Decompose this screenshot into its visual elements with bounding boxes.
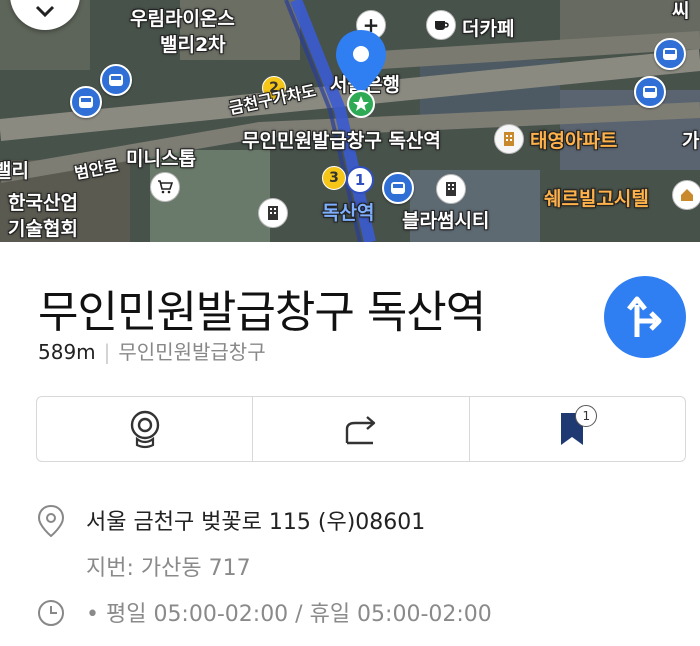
roadview-camera-icon (130, 410, 159, 449)
building-icon (446, 182, 456, 196)
location-marker-icon (37, 504, 65, 538)
place-title: 무인민원발급창구 독산역 (38, 287, 486, 338)
map-label-taeyoung: 태영아파트 (530, 130, 618, 152)
map-label-korea-industry: 한국산업 (8, 192, 78, 214)
house-poi-icon[interactable] (672, 180, 700, 210)
apartment-icon (504, 132, 514, 146)
chevron-icon (35, 5, 55, 18)
map-label-urim-2: 밸리2차 (160, 34, 226, 56)
map-label-valley: 밸리 (0, 160, 29, 182)
map-label-ga: 가 (682, 130, 700, 152)
map-label-civil-station: 무인민원발급창구 독산역 (242, 130, 441, 152)
map-label-korea-industry-2: 기술협회 (8, 218, 78, 240)
place-detail-sheet: 무인민원발급창구 독산역 589m | 무인민원발급창구 1 서울 금천구 벚꽃… (0, 242, 700, 646)
map-label-blossom: 블라썸시티 (402, 210, 490, 232)
building-poi-icon[interactable] (258, 198, 288, 228)
place-category: 무인민원발급창구 (118, 340, 266, 364)
map-view[interactable]: 우림라이온스 밸리2차 + 더카페 씨 2 3 1 금천구가차도 서울은행 무인… (0, 0, 700, 242)
action-bar: 1 (36, 396, 686, 462)
map-label-sherville: 쉐르빌고시텔 (544, 188, 649, 210)
map-label-ssi: 씨 (672, 0, 690, 22)
map-label-cafe: 더카페 (462, 18, 515, 40)
directions-arrow-icon (627, 296, 662, 337)
shopping-cart-poi-icon[interactable] (150, 172, 180, 202)
exit-number-1[interactable]: 1 (346, 166, 374, 194)
clock-icon (38, 600, 64, 626)
opening-hours-text: • 평일 05:00-02:00 / 휴일 05:00-02:00 (86, 602, 492, 627)
bus-stop-icon[interactable] (654, 38, 686, 70)
building-poi-icon[interactable] (436, 174, 466, 204)
jibun-address-text: 지번: 가산동 717 (86, 556, 251, 581)
hours-row: • 평일 05:00-02:00 / 휴일 05:00-02:00 (36, 596, 492, 630)
bookmark-count-badge: 1 (575, 405, 598, 427)
selected-location-pin[interactable] (334, 28, 388, 118)
separator: | (103, 340, 111, 364)
address-text: 서울 금천구 벚꽃로 115 (우)08601 (86, 510, 426, 535)
map-label-doksan: 독산역 (322, 202, 375, 224)
coffee-cup-icon (435, 21, 449, 30)
map-label-urim: 우림라이온스 (130, 8, 235, 30)
map-label-ministop: 미니스톱 (126, 148, 196, 170)
bus-stop-icon[interactable] (70, 86, 102, 118)
bus-stop-icon[interactable] (382, 172, 414, 204)
cafe-poi-icon[interactable] (426, 10, 456, 40)
location-pin-icon (336, 30, 386, 118)
bus-stop-icon[interactable] (634, 76, 666, 108)
address-row: 서울 금천구 벚꽃로 115 (우)08601 지번: 가산동 717 (36, 504, 425, 582)
bus-stop-icon[interactable] (100, 64, 132, 96)
directions-button[interactable] (604, 276, 686, 358)
place-subtitle: 589m | 무인민원발급창구 (38, 336, 266, 365)
building-poi-icon[interactable] (494, 124, 524, 154)
place-distance: 589m (38, 340, 96, 364)
building-icon (268, 206, 278, 220)
exit-number-3[interactable]: 3 (322, 166, 346, 190)
bookmark-button[interactable]: 1 (470, 397, 685, 461)
cart-icon (158, 180, 173, 194)
roadview-button[interactable] (37, 397, 254, 461)
share-icon (345, 416, 376, 445)
share-button[interactable] (253, 397, 470, 461)
house-icon (681, 189, 693, 201)
